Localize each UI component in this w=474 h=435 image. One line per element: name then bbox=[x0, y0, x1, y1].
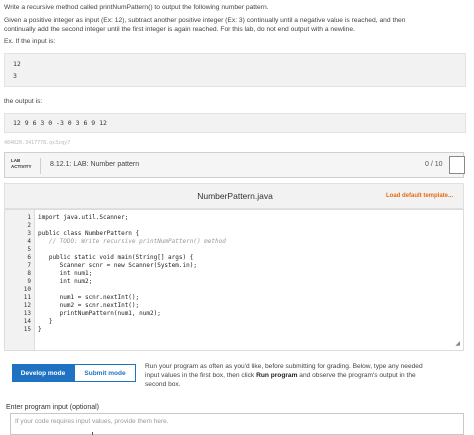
output-label: the output is: bbox=[4, 98, 43, 105]
code-line[interactable]: num2 = scnr.nextInt(); bbox=[38, 302, 139, 309]
develop-mode-button[interactable]: Develop mode bbox=[12, 364, 74, 382]
run-text-2a: input values in the first box, then clic… bbox=[145, 372, 257, 379]
resize-handle-icon[interactable]: ◢ bbox=[455, 340, 460, 347]
line-number: 12 bbox=[23, 302, 31, 309]
example-output-line: 12 9 6 3 0 -3 0 3 6 9 12 bbox=[13, 119, 107, 127]
run-text-2c: and observe the program's output in the bbox=[297, 372, 416, 379]
program-input-label: Enter program input (optional) bbox=[6, 404, 99, 411]
activity-score: 0 / 10 bbox=[425, 161, 443, 168]
line-number: 5 bbox=[27, 246, 31, 253]
code-line[interactable]: int num1; bbox=[38, 270, 93, 277]
example-input-line-2: 3 bbox=[13, 72, 17, 80]
code-line[interactable]: Scanner scnr = new Scanner(System.in); bbox=[38, 262, 197, 269]
problem-line-1: Write a recursive method called printNum… bbox=[4, 4, 269, 11]
line-number: 6 bbox=[27, 254, 31, 261]
example-input-line-1: 12 bbox=[13, 60, 21, 68]
line-number: 13 bbox=[23, 310, 31, 317]
run-text-line-2: input values in the first box, then clic… bbox=[145, 371, 463, 380]
activity-title: 8.12.1: LAB: Number pattern bbox=[50, 161, 140, 168]
code-line[interactable]: public class NumberPattern { bbox=[38, 230, 139, 237]
line-number: 3 bbox=[27, 230, 31, 237]
line-number-gutter: 1 2 3 4 5 6 7 8 9 10 11 12 13 14 15 bbox=[5, 210, 35, 350]
example-intro: Ex. If the input is: bbox=[4, 38, 56, 45]
activity-hash: 484820.3417778.qx3zqy7 bbox=[4, 140, 71, 146]
example-input-box: 12 3 bbox=[4, 53, 466, 87]
line-number: 11 bbox=[23, 294, 31, 301]
code-editor[interactable]: 1 2 3 4 5 6 7 8 9 10 11 12 13 14 15 impo… bbox=[4, 209, 464, 351]
program-input-field[interactable]: If your code requires input values, prov… bbox=[10, 413, 464, 435]
problem-line-3: continually add the second integer until… bbox=[4, 26, 355, 33]
line-number: 4 bbox=[27, 238, 31, 245]
example-output-box: 12 9 6 3 0 -3 0 3 6 9 12 bbox=[4, 113, 466, 133]
line-number: 9 bbox=[27, 278, 31, 285]
submit-mode-button[interactable]: Submit mode bbox=[74, 364, 136, 382]
line-number: 10 bbox=[23, 286, 31, 293]
code-line[interactable]: import java.util.Scanner; bbox=[38, 214, 128, 221]
load-default-template-link[interactable]: Load default template... bbox=[386, 193, 453, 199]
code-line[interactable]: // TODO: Write recursive printNumPattern… bbox=[38, 238, 226, 245]
lab-activity-badge: LAB ACTIVITY bbox=[11, 158, 41, 174]
line-number: 7 bbox=[27, 262, 31, 269]
run-program-emphasis: Run program bbox=[256, 372, 298, 379]
code-line[interactable]: public static void main(String[] args) { bbox=[38, 254, 194, 261]
badge-activity: ACTIVITY bbox=[11, 164, 32, 169]
completion-box-icon bbox=[449, 156, 465, 174]
code-line[interactable]: num1 = scnr.nextInt(); bbox=[38, 294, 139, 301]
code-line[interactable]: int num2; bbox=[38, 278, 93, 285]
editor-file-bar: NumberPattern.java Load default template… bbox=[4, 183, 464, 209]
line-number: 8 bbox=[27, 270, 31, 277]
line-number: 2 bbox=[27, 222, 31, 229]
run-text-line-1: Run your program as often as you'd like,… bbox=[145, 363, 423, 370]
code-line[interactable]: printNumPattern(num1, num2); bbox=[38, 310, 161, 317]
line-number: 1 bbox=[27, 214, 31, 221]
run-instructions: Run your program as often as you'd like,… bbox=[145, 362, 463, 389]
line-number: 14 bbox=[23, 318, 31, 325]
line-number: 15 bbox=[23, 326, 31, 333]
code-line[interactable]: } bbox=[38, 318, 53, 325]
lab-activity-header: LAB ACTIVITY 8.12.1: LAB: Number pattern… bbox=[4, 152, 465, 178]
code-line[interactable]: } bbox=[38, 326, 42, 333]
run-text-line-3: second box. bbox=[145, 381, 181, 388]
